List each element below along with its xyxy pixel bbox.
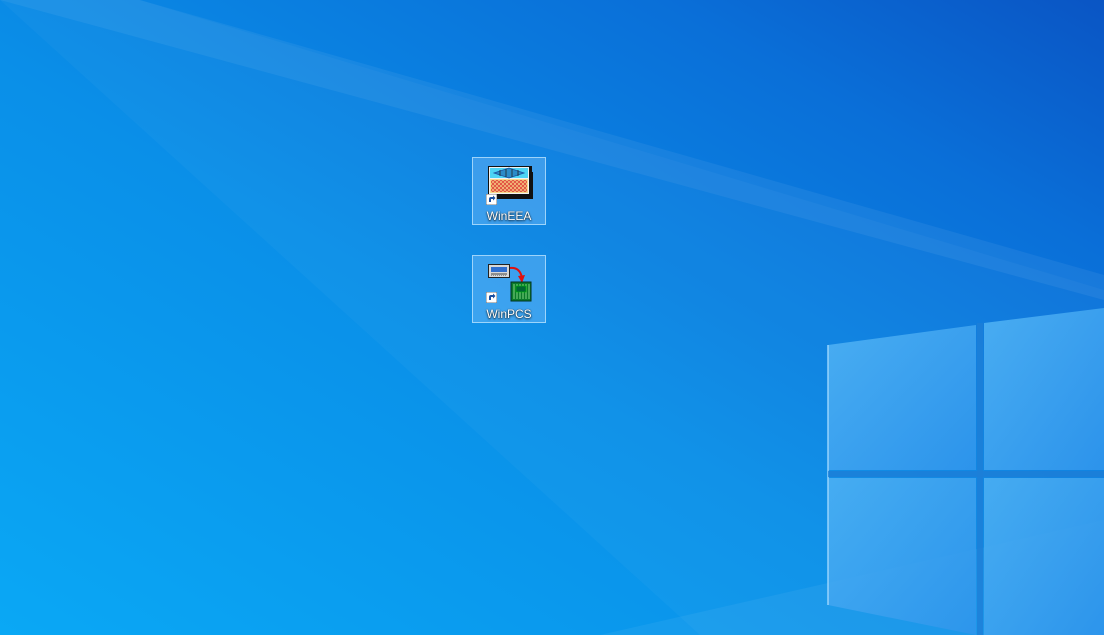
- desktop-wallpaper: [0, 0, 1104, 635]
- desktop-icon-label: WinEEA: [486, 209, 532, 223]
- desktop-icon-winpcs[interactable]: WinPCS: [472, 255, 546, 323]
- shortcut-arrow-icon: [486, 292, 497, 303]
- desktop-icon-wineea[interactable]: WinEEA: [472, 157, 546, 225]
- shortcut-arrow-icon: [486, 194, 497, 205]
- desktop-icon-label: WinPCS: [486, 307, 532, 321]
